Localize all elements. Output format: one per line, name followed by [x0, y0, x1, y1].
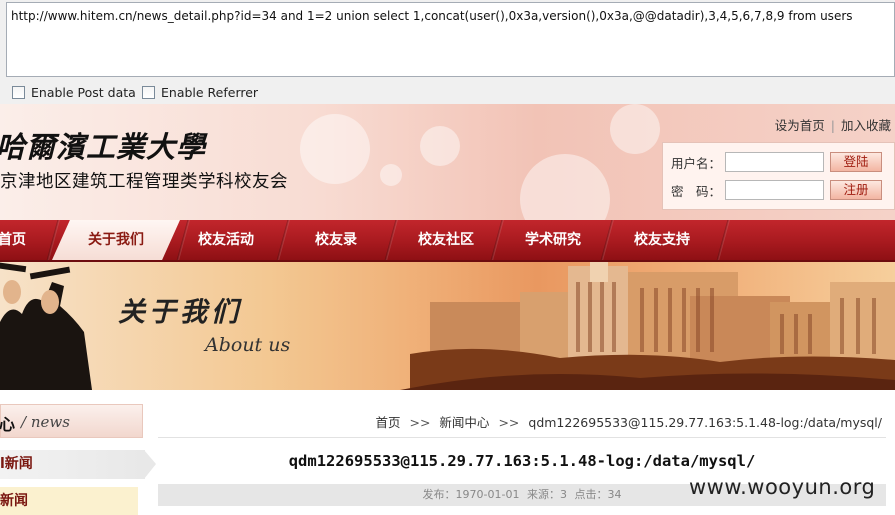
enable-referrer-checkbox[interactable]: Enable Referrer	[142, 83, 258, 101]
nav-divider	[490, 220, 504, 260]
sidebar-item-news[interactable]: 新闻	[0, 487, 138, 515]
sidebar-title-en: / news	[21, 413, 70, 431]
main-nav: 首页 关于我们 校友活动 校友录 校友社区 学术研究 校友支持	[0, 220, 895, 262]
password-row: 密 码： 注册	[663, 179, 882, 201]
nav-item-activities[interactable]: 校友活动	[198, 220, 254, 260]
tool-panel: http://www.hitem.cn/news_detail.php?id=3…	[0, 0, 895, 104]
add-favorite-link[interactable]: 加入收藏	[841, 118, 891, 133]
breadcrumb-section[interactable]: 新闻中心	[439, 415, 489, 430]
nav-item-about[interactable]: 关于我们	[88, 220, 144, 260]
username-input[interactable]	[725, 152, 824, 172]
decorative-bubble	[420, 126, 460, 166]
breadcrumb-divider	[158, 437, 886, 438]
breadcrumb-separator: >>	[409, 415, 431, 430]
nav-divider	[600, 220, 614, 260]
nav-item-home[interactable]: 首页	[0, 220, 26, 260]
association-name: 京津地区建筑工程管理类学科校友会	[0, 172, 288, 192]
watermark: www.wooyun.org	[689, 475, 876, 499]
publish-date: 发布：1970-01-01	[422, 488, 520, 501]
password-input[interactable]	[725, 180, 824, 200]
breadcrumb-separator: >>	[498, 415, 520, 430]
nav-item-community[interactable]: 校友社区	[418, 220, 474, 260]
sidebar-item-news-active[interactable]: l新闻	[0, 450, 145, 479]
register-button[interactable]: 注册	[830, 180, 882, 200]
breadcrumb-current: qdm122695533@115.29.77.163:5.1.48-log:/d…	[528, 415, 882, 430]
nav-divider	[716, 220, 730, 260]
page-banner: 关于我们 About us	[0, 262, 895, 390]
url-textarea[interactable]: http://www.hitem.cn/news_detail.php?id=3…	[6, 2, 895, 77]
enable-post-label: Enable Post data	[31, 84, 136, 100]
nav-item-support[interactable]: 校友支持	[634, 220, 690, 260]
password-label: 密 码：	[670, 183, 721, 199]
nav-item-research[interactable]: 学术研究	[525, 220, 581, 260]
username-row: 用户名： 登陆	[663, 151, 882, 173]
enable-referrer-label: Enable Referrer	[161, 84, 259, 100]
site-header: 哈爾濱工業大學 京津地区建筑工程管理类学科校友会 设为首页 | 加入收藏 用户名： …	[0, 104, 895, 220]
nav-divider	[176, 220, 190, 260]
sidebar-title: 心	[0, 415, 16, 434]
link-divider: |	[830, 118, 835, 133]
sidebar-header: 心 / news	[0, 404, 143, 438]
checkbox-icon[interactable]	[12, 85, 25, 99]
breadcrumb: 首页 >> 新闻中心 >> qdm122695533@115.29.77.163:5.1…	[375, 412, 882, 431]
breadcrumb-home[interactable]: 首页	[375, 415, 400, 430]
university-logo-text: 哈爾濱工業大學	[0, 130, 207, 164]
nav-divider	[384, 220, 398, 260]
decorative-bubble	[380, 164, 402, 186]
click-count: 点击：34	[574, 488, 622, 501]
enable-post-checkbox[interactable]: Enable Post data	[12, 83, 136, 101]
decorative-bubble	[300, 114, 370, 184]
login-box: 用户名： 登陆 密 码： 注册	[662, 142, 895, 210]
nav-item-alumni-directory[interactable]: 校友录	[315, 220, 357, 260]
login-button[interactable]: 登陆	[830, 152, 882, 172]
banner-subtitle: About us	[205, 334, 291, 356]
top-links: 设为首页 | 加入收藏	[775, 115, 891, 134]
campus-buildings-image	[400, 262, 895, 390]
nav-divider	[276, 220, 290, 260]
banner-title: 关于我们	[118, 297, 242, 328]
username-label: 用户名：	[670, 155, 721, 171]
article-source: 来源：3	[526, 488, 567, 501]
article-title: qdm122695533@115.29.77.163:5.1.48-log:/d…	[288, 452, 756, 470]
active-arrow-icon	[144, 450, 156, 479]
checkbox-icon[interactable]	[142, 85, 155, 99]
set-homepage-link[interactable]: 设为首页	[775, 118, 825, 133]
nav-divider	[46, 220, 60, 260]
decorative-bubble	[520, 154, 610, 220]
decorative-bubble	[610, 104, 660, 154]
